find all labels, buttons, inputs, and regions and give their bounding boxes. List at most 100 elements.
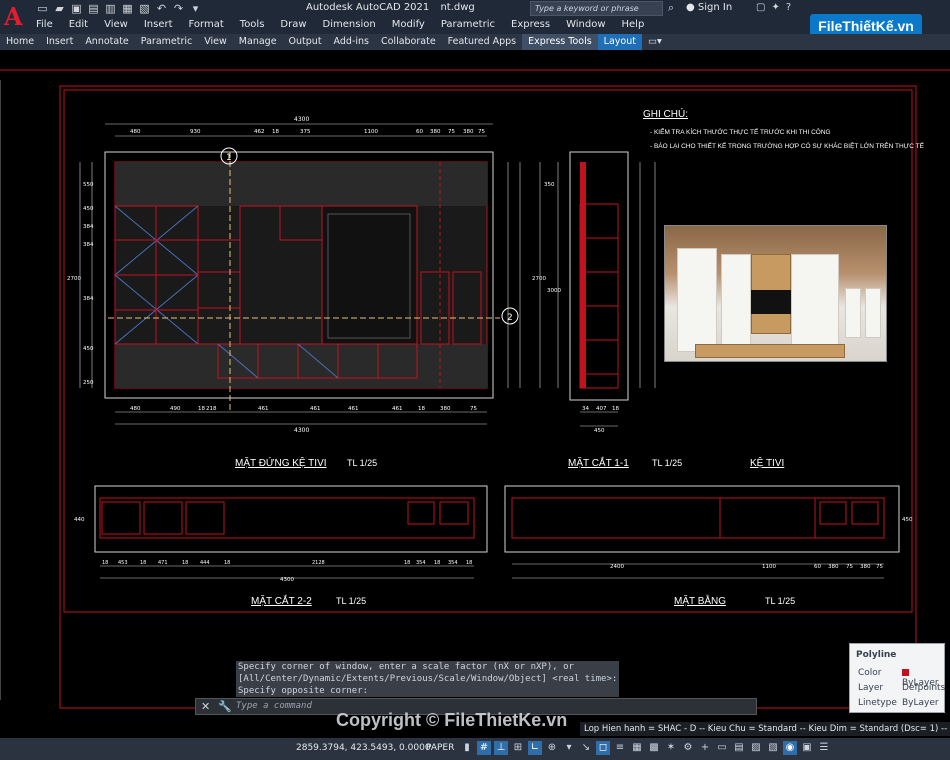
- tab-annotate[interactable]: Annotate: [79, 34, 134, 50]
- prop-value[interactable]: ByLayer: [902, 698, 939, 708]
- sec22-dims-group: 18 453 18 471 18 444 18 2128 18 354 18 3…: [74, 517, 472, 583]
- grid-icon[interactable]: #: [477, 741, 491, 755]
- save-icon[interactable]: ▣: [70, 3, 83, 15]
- publish-icon[interactable]: ▦: [121, 3, 134, 15]
- prop-value[interactable]: Defpoints: [902, 683, 945, 693]
- sec22-dim: 18: [102, 560, 108, 566]
- plot-icon[interactable]: ▧: [138, 3, 151, 15]
- isolate-objects-icon[interactable]: ▧: [766, 741, 780, 755]
- menu-express[interactable]: Express: [511, 19, 550, 30]
- snap-icon[interactable]: ⊥: [494, 741, 508, 755]
- selection-cycling-icon[interactable]: ▩: [647, 741, 661, 755]
- dim-left: 550: [83, 182, 94, 188]
- plan-dim: 1100: [762, 564, 776, 570]
- notes-title: GHI CHÚ:: [643, 107, 688, 120]
- customize-qat-icon[interactable]: ▾: [189, 3, 202, 15]
- tab-collaborate[interactable]: Collaborate: [375, 34, 442, 50]
- menu-dimension[interactable]: Dimension: [323, 19, 376, 30]
- open-file-icon[interactable]: ▰: [53, 3, 66, 15]
- tab-layout[interactable]: Layout: [597, 34, 642, 50]
- plan-view: [504, 485, 900, 579]
- undo-icon[interactable]: ↶: [155, 3, 168, 15]
- space-toggle[interactable]: PAPER: [426, 743, 454, 753]
- menu-help[interactable]: Help: [622, 19, 645, 30]
- annotation-visibility-icon[interactable]: ✶: [664, 741, 678, 755]
- quick-properties-icon[interactable]: ▤: [732, 741, 746, 755]
- tab-parametric[interactable]: Parametric: [135, 34, 198, 50]
- binoculars-icon[interactable]: ⌕: [668, 1, 682, 15]
- dim-bottom: 480: [130, 406, 141, 412]
- tab-add-ins[interactable]: Add-ins: [328, 34, 375, 50]
- tab-insert[interactable]: Insert: [40, 34, 79, 50]
- isodraft-icon[interactable]: ▾: [562, 741, 576, 755]
- autocad-logo[interactable]: A: [4, 4, 28, 30]
- ortho-icon[interactable]: ∟: [528, 741, 542, 755]
- customize-command-icon[interactable]: 🔧: [218, 700, 232, 713]
- plan-body: [511, 497, 885, 539]
- tab-manage[interactable]: Manage: [233, 34, 283, 50]
- units-icon[interactable]: ▭: [715, 741, 729, 755]
- autodesk-app-icon[interactable]: ✦: [771, 2, 779, 13]
- sec11-height: 350: [544, 182, 555, 188]
- dim-top: 1100: [364, 129, 378, 135]
- sign-in-button[interactable]: ● Sign In: [686, 2, 732, 13]
- tab-view[interactable]: View: [198, 34, 233, 50]
- customization-icon[interactable]: ☰: [817, 741, 831, 755]
- redo-icon[interactable]: ↷: [172, 3, 185, 15]
- workspace-icon[interactable]: ⚙: [681, 741, 695, 755]
- menu-edit[interactable]: Edit: [69, 19, 88, 30]
- coordinates-readout[interactable]: 2859.3794, 423.5493, 0.0000: [296, 743, 431, 753]
- photo-left-cabinet: [677, 248, 717, 352]
- tv-panel: [321, 205, 418, 345]
- sec22-dim: 18: [140, 560, 146, 566]
- sec22-dim: 471: [158, 560, 168, 566]
- menu-file[interactable]: File: [36, 19, 53, 30]
- model-layout-icon[interactable]: ▮: [460, 741, 474, 755]
- object-snap-icon[interactable]: ◻: [596, 741, 610, 755]
- clean-screen-icon[interactable]: ▣: [800, 741, 814, 755]
- plan-dim: 380: [828, 564, 839, 570]
- menu-window[interactable]: Window: [566, 19, 605, 30]
- tab-express-tools[interactable]: Express Tools: [522, 34, 598, 50]
- dim-left: 450: [83, 206, 94, 212]
- lineweight-icon[interactable]: ≡: [613, 741, 627, 755]
- help-icon[interactable]: ?: [786, 2, 791, 13]
- close-command-icon[interactable]: ✕: [201, 700, 210, 713]
- ribbon-minimize-icon[interactable]: ▭▾: [642, 34, 668, 50]
- quick-access-toolbar: ▭ ▰ ▣ ▤ ▥ ▦ ▧ ↶ ↷ ▾: [36, 2, 202, 16]
- dynamic-input-icon[interactable]: ⊞: [511, 741, 525, 755]
- sec22-dim: 18: [224, 560, 230, 566]
- tab-output[interactable]: Output: [283, 34, 328, 50]
- lock-ui-icon[interactable]: ▨: [749, 741, 763, 755]
- sec22-dim: 18: [466, 560, 472, 566]
- menu-draw[interactable]: Draw: [280, 19, 306, 30]
- cart-icon[interactable]: ▢: [756, 2, 765, 13]
- command-input[interactable]: Type a command: [236, 701, 312, 711]
- menu-modify[interactable]: Modify: [392, 19, 425, 30]
- menu-view[interactable]: View: [104, 19, 128, 30]
- sec11-dim-total: 450: [594, 428, 605, 434]
- front-top-band: [115, 162, 487, 206]
- dim-bottom: 461: [310, 406, 321, 412]
- save-as-icon[interactable]: ▤: [87, 3, 100, 15]
- new-file-icon[interactable]: ▭: [36, 3, 49, 15]
- menu-parametric[interactable]: Parametric: [441, 19, 495, 30]
- annotation-monitor-icon[interactable]: +: [698, 741, 712, 755]
- hardware-acceleration-icon[interactable]: ◉: [783, 741, 797, 755]
- menu-insert[interactable]: Insert: [144, 19, 173, 30]
- sec22-body: [99, 497, 475, 539]
- plan-dim: 75: [846, 564, 853, 570]
- tab-home[interactable]: Home: [0, 34, 40, 50]
- drawing-canvas[interactable]: 1 2 MẶT ĐỨNG KỆ TIVI TL 1/25 MẶT CẮT 1-1…: [0, 50, 950, 738]
- dims-top-group: 480 930 462 18 375 1100 60 380 75 380 75: [130, 129, 485, 135]
- sec22-dim: 354: [448, 560, 458, 566]
- dim-left: 384: [83, 242, 94, 248]
- transparency-icon[interactable]: ▦: [630, 741, 644, 755]
- tab-featured-apps[interactable]: Featured Apps: [442, 34, 522, 50]
- object-snap-tracking-icon[interactable]: ↘: [579, 741, 593, 755]
- polar-icon[interactable]: ⊕: [545, 741, 559, 755]
- menu-tools[interactable]: Tools: [240, 19, 265, 30]
- search-input[interactable]: Type a keyword or phrase: [530, 1, 663, 16]
- menu-format[interactable]: Format: [189, 19, 224, 30]
- web-mobile-icon[interactable]: ▥: [104, 3, 117, 15]
